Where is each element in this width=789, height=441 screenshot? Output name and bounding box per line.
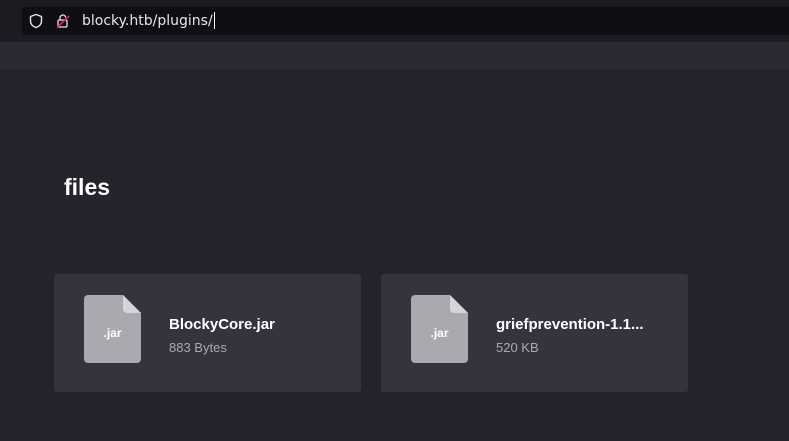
- browser-toolbar: blocky.htb/plugins/: [0, 0, 789, 42]
- file-icon: .jar: [411, 295, 468, 363]
- insecure-lock-icon[interactable]: [55, 13, 71, 29]
- shield-icon[interactable]: [28, 13, 44, 29]
- file-card[interactable]: .jar BlockyCore.jar 883 Bytes: [54, 274, 361, 392]
- url-value[interactable]: blocky.htb/plugins/: [82, 13, 213, 29]
- file-size: 883 Bytes: [169, 340, 227, 355]
- file-card[interactable]: .jar griefprevention-1.1... 520 KB: [381, 274, 688, 392]
- page-title: files: [64, 174, 111, 200]
- file-icon: .jar: [84, 295, 141, 363]
- bookmarks-strip: [0, 42, 789, 69]
- file-extension: .jar: [430, 326, 449, 340]
- file-name[interactable]: griefprevention-1.1...: [496, 316, 671, 333]
- file-name[interactable]: BlockyCore.jar: [169, 316, 344, 333]
- address-bar[interactable]: blocky.htb/plugins/: [22, 7, 789, 35]
- file-size: 520 KB: [496, 340, 539, 355]
- text-caret: [213, 12, 215, 29]
- url-text[interactable]: blocky.htb/plugins/: [82, 12, 215, 29]
- file-extension: .jar: [103, 326, 122, 340]
